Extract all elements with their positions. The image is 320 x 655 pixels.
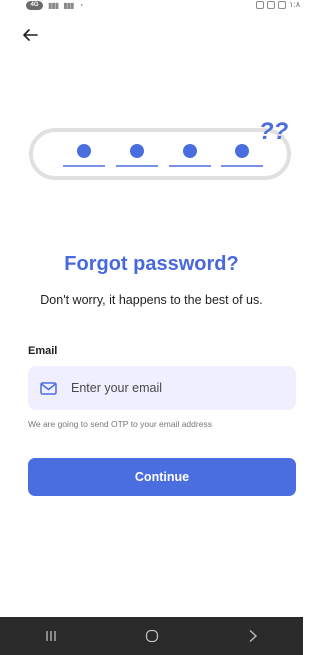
helper-text: We are going to send OTP to your email a…: [28, 419, 212, 429]
recent-apps-button[interactable]: [31, 621, 71, 651]
email-field[interactable]: [28, 366, 296, 410]
signal-icon: ▮▮▮: [48, 1, 59, 10]
battery-icon: [278, 0, 287, 9]
status-clock: ١:٨: [289, 0, 300, 9]
nav-back-button[interactable]: [233, 621, 273, 651]
alarm-icon: [256, 0, 265, 9]
otp-frame: [29, 128, 291, 180]
arrow-left-icon: [23, 29, 38, 41]
home-button[interactable]: [132, 621, 172, 651]
navigation-bar: [0, 617, 303, 655]
status-left: 4G ▮▮▮ ▮▮▮ ◔: [26, 1, 83, 10]
mail-icon: [40, 381, 57, 395]
carrier-badge: 4G: [26, 1, 43, 10]
status-right: ١:٨: [256, 0, 300, 9]
question-marks-icon: ??: [259, 118, 289, 145]
signal-icon-2: ▮▮▮: [63, 1, 74, 10]
home-icon: [145, 629, 158, 643]
page-subtitle: Don't worry, it happens to the best of u…: [40, 293, 263, 307]
recent-apps-icon: [45, 631, 56, 641]
wifi-icon: ◔: [78, 1, 83, 10]
back-chevron-icon: [249, 629, 257, 643]
email-label: Email: [28, 345, 58, 357]
otp-dot: [130, 144, 144, 158]
otp-dot: [183, 144, 197, 158]
otp-dot: [235, 144, 249, 158]
status-bar: 4G ▮▮▮ ▮▮▮ ◔ ١:٨: [0, 0, 303, 14]
email-input[interactable]: [71, 381, 271, 395]
page-title: Forgot password?: [64, 253, 239, 275]
sync-icon: [267, 0, 276, 9]
otp-illustration: ??: [29, 118, 291, 180]
continue-button[interactable]: Continue: [28, 458, 296, 496]
otp-dot: [77, 144, 91, 158]
back-button[interactable]: [22, 27, 42, 43]
